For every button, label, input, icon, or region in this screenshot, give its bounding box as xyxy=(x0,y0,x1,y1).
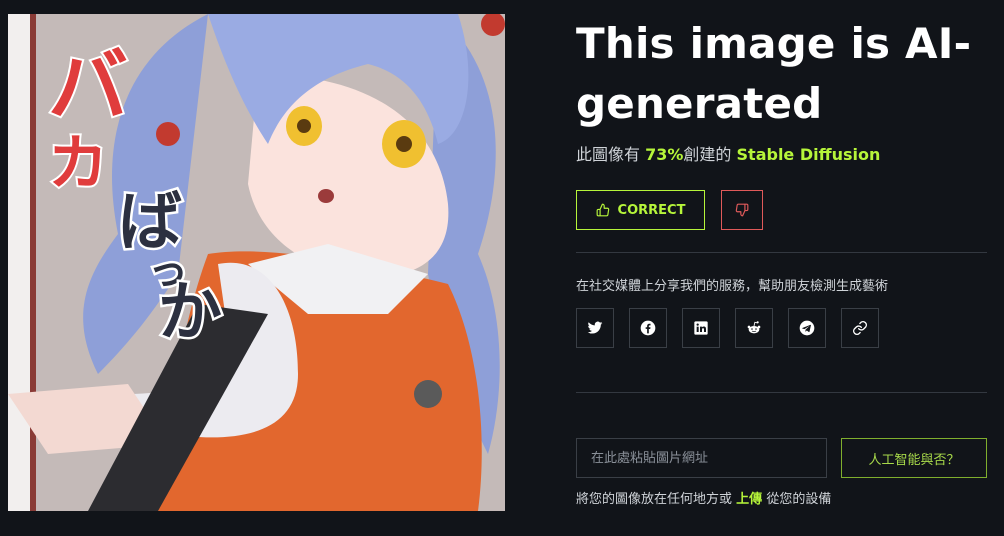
svg-text:か: か xyxy=(158,276,222,350)
share-link-button[interactable] xyxy=(841,308,879,348)
thumbs-up-icon xyxy=(596,203,609,217)
correct-label: CORRECT xyxy=(617,202,686,218)
uploaded-image: バ カ ば っ か xyxy=(8,14,505,511)
facebook-icon xyxy=(640,320,656,336)
result-middle: 創建的 xyxy=(683,145,732,164)
upload-suffix: 從您的設備 xyxy=(766,492,832,507)
upload-hint: 將您的圖像放在任何地方或 上傳 從您的設備 xyxy=(576,488,996,507)
result-percent: 73% xyxy=(645,145,684,164)
correct-button[interactable]: CORRECT xyxy=(576,190,705,230)
share-linkedin-button[interactable] xyxy=(682,308,720,348)
share-twitter-button[interactable] xyxy=(576,308,614,348)
feedback-buttons: CORRECT xyxy=(576,190,996,230)
share-reddit-button[interactable] xyxy=(735,308,773,348)
divider xyxy=(576,392,987,393)
twitter-icon xyxy=(587,321,603,334)
share-buttons xyxy=(576,308,996,348)
upload-prefix: 將您的圖像放在任何地方或 xyxy=(576,492,733,507)
result-subtitle: 此圖像有 73%創建的 Stable Diffusion xyxy=(576,144,996,166)
link-icon xyxy=(853,321,867,335)
wrong-button[interactable] xyxy=(721,190,763,230)
check-url-row: 人工智能與否？ xyxy=(576,438,996,478)
svg-text:カ: カ xyxy=(48,129,108,199)
result-prefix: 此圖像有 xyxy=(576,145,641,164)
telegram-icon xyxy=(799,320,815,336)
result-model: Stable Diffusion xyxy=(736,145,881,164)
anime-girl-illustration: バ カ ば っ か xyxy=(8,14,505,511)
share-telegram-button[interactable] xyxy=(788,308,826,348)
linkedin-icon xyxy=(694,321,708,335)
ai-check-button[interactable]: 人工智能與否？ xyxy=(841,438,987,478)
thumbs-down-icon xyxy=(735,203,749,217)
result-panel: This image is AI-generated 此圖像有 73%創建的 S… xyxy=(576,14,996,507)
share-text: 在社交媒體上分享我們的服務，幫助朋友檢測生成藝術 xyxy=(576,279,889,294)
share-facebook-button[interactable] xyxy=(629,308,667,348)
svg-text:バ: バ xyxy=(48,40,128,133)
image-url-input[interactable] xyxy=(576,438,827,478)
upload-link[interactable]: 上傳 xyxy=(736,492,762,507)
reddit-icon xyxy=(747,321,761,334)
divider xyxy=(576,252,987,253)
result-title: This image is AI-generated xyxy=(576,19,972,128)
